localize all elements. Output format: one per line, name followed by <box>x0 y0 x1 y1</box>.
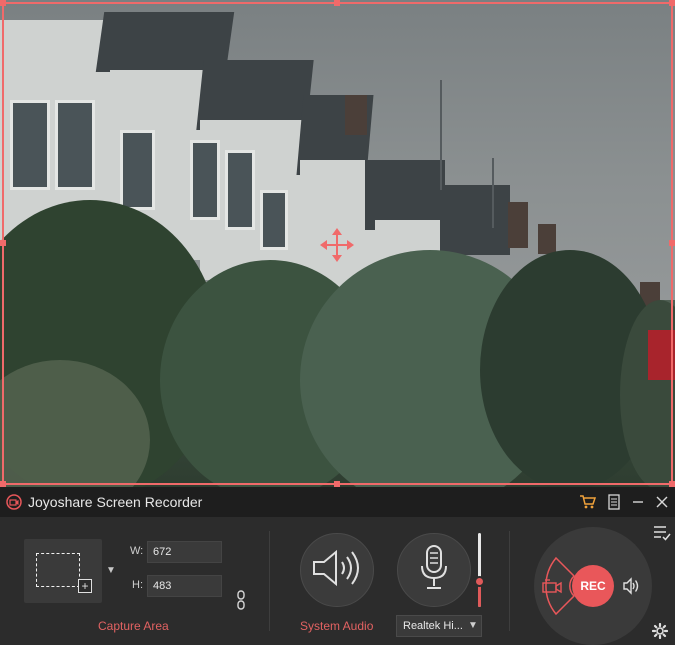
chevron-down-icon[interactable]: ▼ <box>104 565 118 579</box>
mic-volume-knob[interactable] <box>474 576 485 587</box>
speaker-icon <box>310 548 364 593</box>
move-icon[interactable] <box>320 228 354 262</box>
app-window: Joyoshare Screen Recorder + ▼ W: 672 H: … <box>0 0 675 645</box>
cart-icon[interactable] <box>578 492 598 512</box>
preview-chimney <box>508 202 528 248</box>
height-input[interactable]: 483 <box>147 575 222 597</box>
plus-icon: + <box>78 579 92 593</box>
resize-handle-top[interactable] <box>334 0 340 6</box>
preview-antenna <box>440 80 442 190</box>
camera-icon[interactable] <box>542 578 562 596</box>
minimize-icon[interactable] <box>628 492 648 512</box>
preview-window <box>10 100 50 190</box>
preview-window <box>190 140 220 220</box>
list-check-icon[interactable] <box>653 525 671 543</box>
capture-area-button[interactable]: + <box>24 539 102 603</box>
preview-window <box>55 100 95 190</box>
resize-handle-left[interactable] <box>0 240 6 246</box>
preview-antenna <box>492 158 494 228</box>
resize-handle-top-right[interactable] <box>669 0 675 6</box>
system-audio-button[interactable] <box>300 533 374 607</box>
preview-window <box>225 150 255 230</box>
preview-roof <box>440 185 510 255</box>
width-input[interactable]: 672 <box>147 541 222 563</box>
preview-sign <box>648 330 675 380</box>
microphone-icon <box>417 544 451 597</box>
section-divider <box>509 531 510 631</box>
preview-chimney <box>538 224 556 254</box>
preview-window <box>120 130 155 210</box>
chevron-down-icon: ▼ <box>468 620 478 631</box>
gear-icon[interactable] <box>651 622 670 641</box>
width-label: W: <box>130 545 144 557</box>
microphone-button[interactable] <box>397 533 471 607</box>
preview-chimney <box>345 95 367 135</box>
document-icon[interactable] <box>604 492 624 512</box>
record-button[interactable]: REC <box>572 565 614 607</box>
close-icon[interactable] <box>652 492 672 512</box>
height-label: H: <box>132 579 143 591</box>
section-divider <box>269 531 270 631</box>
camera-icon <box>6 494 22 510</box>
link-icon[interactable] <box>236 590 246 610</box>
speaker-small-icon[interactable] <box>622 577 640 595</box>
control-panel: Joyoshare Screen Recorder + ▼ W: 672 H: … <box>0 487 675 645</box>
resize-handle-top-left[interactable] <box>0 0 6 6</box>
capture-area-label: Capture Area <box>98 619 169 633</box>
system-audio-label: System Audio <box>300 619 374 633</box>
panel-body: + ▼ W: 672 H: 483 Capture Area System Au… <box>0 517 675 645</box>
app-title: Joyoshare Screen Recorder <box>28 494 203 510</box>
selection-rect-icon <box>36 553 80 587</box>
resize-handle-right[interactable] <box>669 240 675 246</box>
title-bar: Joyoshare Screen Recorder <box>0 487 675 517</box>
preview-window <box>260 190 288 250</box>
